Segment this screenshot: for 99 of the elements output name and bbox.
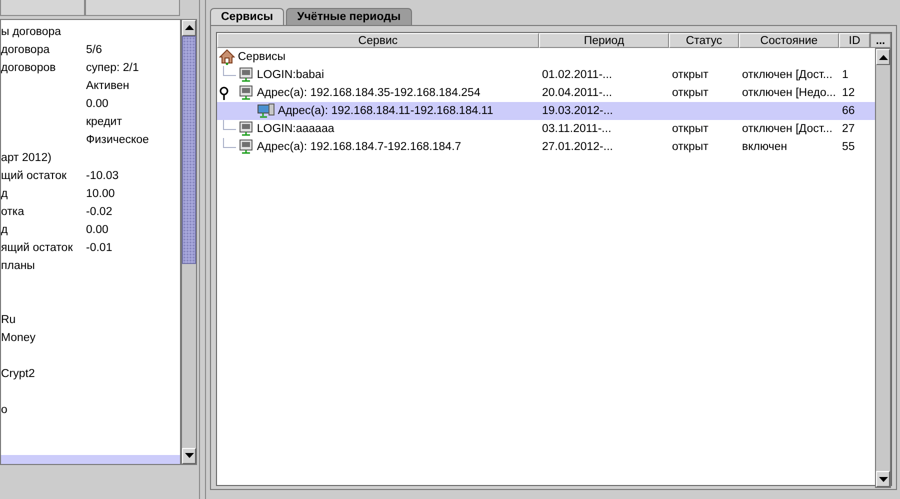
tree-root-label: Сервисы (238, 50, 286, 65)
table-cell-text: 27.01.2012-... (541, 140, 614, 155)
table-row[interactable]: Адрес(а): 192.168.184.7-192.168.184.7 27.01.2012-... открыт включен 55 (217, 138, 875, 156)
list-row[interactable]: договоров супер: 2/1 (1, 58, 180, 77)
field-value: 5/6 (86, 42, 102, 58)
tab[interactable]: Сервисы (210, 8, 284, 25)
table-cell-text: отключен [Недо... (741, 86, 837, 101)
table-cell-text: 20.04.2011-... (541, 86, 614, 101)
table-cell-text: 01.02.2011-... (541, 68, 614, 83)
list-row[interactable]: договора 5/6 (1, 40, 180, 59)
tree-line (223, 66, 236, 76)
field-label: договоров (1, 62, 56, 74)
scroll-up-icon (184, 25, 194, 30)
house-icon (219, 49, 235, 65)
network-port-icon (238, 85, 254, 101)
list-row[interactable]: Money (1, 328, 180, 347)
scroll-up-icon (878, 54, 888, 60)
list-row[interactable]: д 0.00 (1, 220, 180, 239)
field-label: договора (1, 44, 50, 56)
table-cell-text: открыт (671, 140, 710, 155)
column-header[interactable]: Период (539, 33, 669, 48)
field-label: о (1, 404, 8, 416)
table-cell-text: открыт (671, 122, 710, 137)
table-row[interactable]: Адрес(а): 192.168.184.35-192.168.184.254 20.04.2011-... открыт отключен [Недо... 12 (217, 84, 875, 102)
field-label: Ru (1, 314, 16, 326)
field-value: супер: 2/1 (86, 60, 139, 76)
table-cell-text: 66 (841, 104, 856, 119)
service-name: LOGIN:aaaaaa (256, 122, 334, 137)
scrollbar[interactable] (875, 48, 891, 488)
list-row[interactable]: ы договора (1, 22, 180, 41)
table-cell-text: открыт (671, 86, 710, 101)
field-value: 0.00 (86, 222, 108, 238)
tree-line (223, 120, 236, 130)
list-row[interactable]: щий остаток -10.03 (1, 166, 180, 185)
column-header[interactable]: ID (839, 33, 870, 48)
field-label: Crypt2 (1, 368, 35, 380)
list-row[interactable]: Ru (1, 310, 180, 329)
field-value: Физическое (86, 132, 149, 148)
list-row[interactable]: Активен (1, 76, 180, 95)
list-row[interactable]: Crypt2 (1, 364, 180, 383)
field-value: 0.00 (86, 96, 108, 112)
table-cell-text: 55 (841, 140, 856, 155)
network-port-icon (238, 67, 254, 83)
list-row[interactable]: д 10.00 (1, 184, 180, 203)
table-cell-text: 1 (841, 68, 850, 83)
column-header[interactable]: Состояние (739, 33, 839, 48)
field-label: ящий остаток (1, 242, 73, 254)
list-row[interactable]: 0.00 (1, 94, 180, 113)
field-value: 10.00 (86, 186, 115, 202)
column-header[interactable]: Сервис (217, 33, 539, 48)
field-label: Money (1, 332, 36, 344)
field-value: -10.03 (86, 168, 119, 184)
scroll-down-icon (878, 476, 888, 482)
field-value: Активен (86, 78, 130, 94)
column-menu-button[interactable]: ... (870, 33, 891, 48)
field-value: -0.01 (86, 240, 112, 256)
list-row[interactable]: ящий остаток -0.01 (1, 238, 180, 257)
table-cell-text: 12 (841, 86, 856, 101)
expand-handle-icon[interactable] (219, 86, 229, 100)
list-row[interactable]: Физическое (1, 130, 180, 149)
scroll-down-icon (184, 453, 194, 458)
field-label: отка (1, 206, 24, 218)
field-label: д (1, 188, 8, 200)
field-label: щий остаток (1, 170, 66, 182)
field-value: -0.02 (86, 204, 112, 220)
field-value: кредит (86, 114, 122, 130)
column-header[interactable]: Статус (669, 33, 739, 48)
network-port-icon (238, 121, 254, 137)
tab[interactable]: Учётные периоды (286, 8, 412, 25)
list-row[interactable]: арт 2012) (1, 148, 180, 167)
scrollbar-thumb[interactable] (182, 36, 196, 264)
table-cell-text: 27 (841, 122, 856, 137)
table-cell-text: 19.03.2012-... (541, 104, 614, 119)
list-row[interactable]: кредит (1, 112, 180, 131)
table-row[interactable]: Адрес(а): 192.168.184.11-192.168.184.11 19.03.2012-... 66 (217, 102, 875, 120)
table-cell-text: отключен [Дост... (741, 122, 834, 137)
list-row[interactable]: о (1, 400, 180, 419)
field-label: планы (1, 260, 35, 272)
table-cell-text: 03.11.2011-... (541, 122, 612, 137)
table-row[interactable]: Сервисы (217, 48, 875, 66)
service-name: LOGIN:babai (256, 68, 324, 83)
service-name: Адрес(а): 192.168.184.11-192.168.184.11 (278, 104, 494, 119)
field-label: арт 2012) (1, 152, 52, 164)
splitter[interactable] (199, 0, 206, 499)
table-row[interactable]: LOGIN:aaaaaa 03.11.2011-... открыт отключен [Дост... 27 (217, 120, 875, 138)
table-cell-text: открыт (671, 68, 710, 83)
field-label: д (1, 224, 8, 236)
service-name: Адрес(а): 192.168.184.35-192.168.184.254 (256, 86, 480, 101)
table-cell-text: отключен [Дост... (741, 68, 834, 83)
scrollbar[interactable] (181, 18, 197, 465)
computer-icon (257, 103, 275, 119)
field-label: ы договора (1, 26, 62, 38)
table-cell-text: включен (741, 140, 788, 155)
network-port-icon (238, 139, 254, 155)
tree-line (223, 138, 236, 148)
list-row[interactable]: отка -0.02 (1, 202, 180, 221)
service-name: Адрес(а): 192.168.184.7-192.168.184.7 (256, 140, 462, 155)
table-row[interactable]: LOGIN:babai 01.02.2011-... открыт отключен [Дост... 1 (217, 66, 875, 84)
list-row[interactable]: планы (1, 256, 180, 275)
